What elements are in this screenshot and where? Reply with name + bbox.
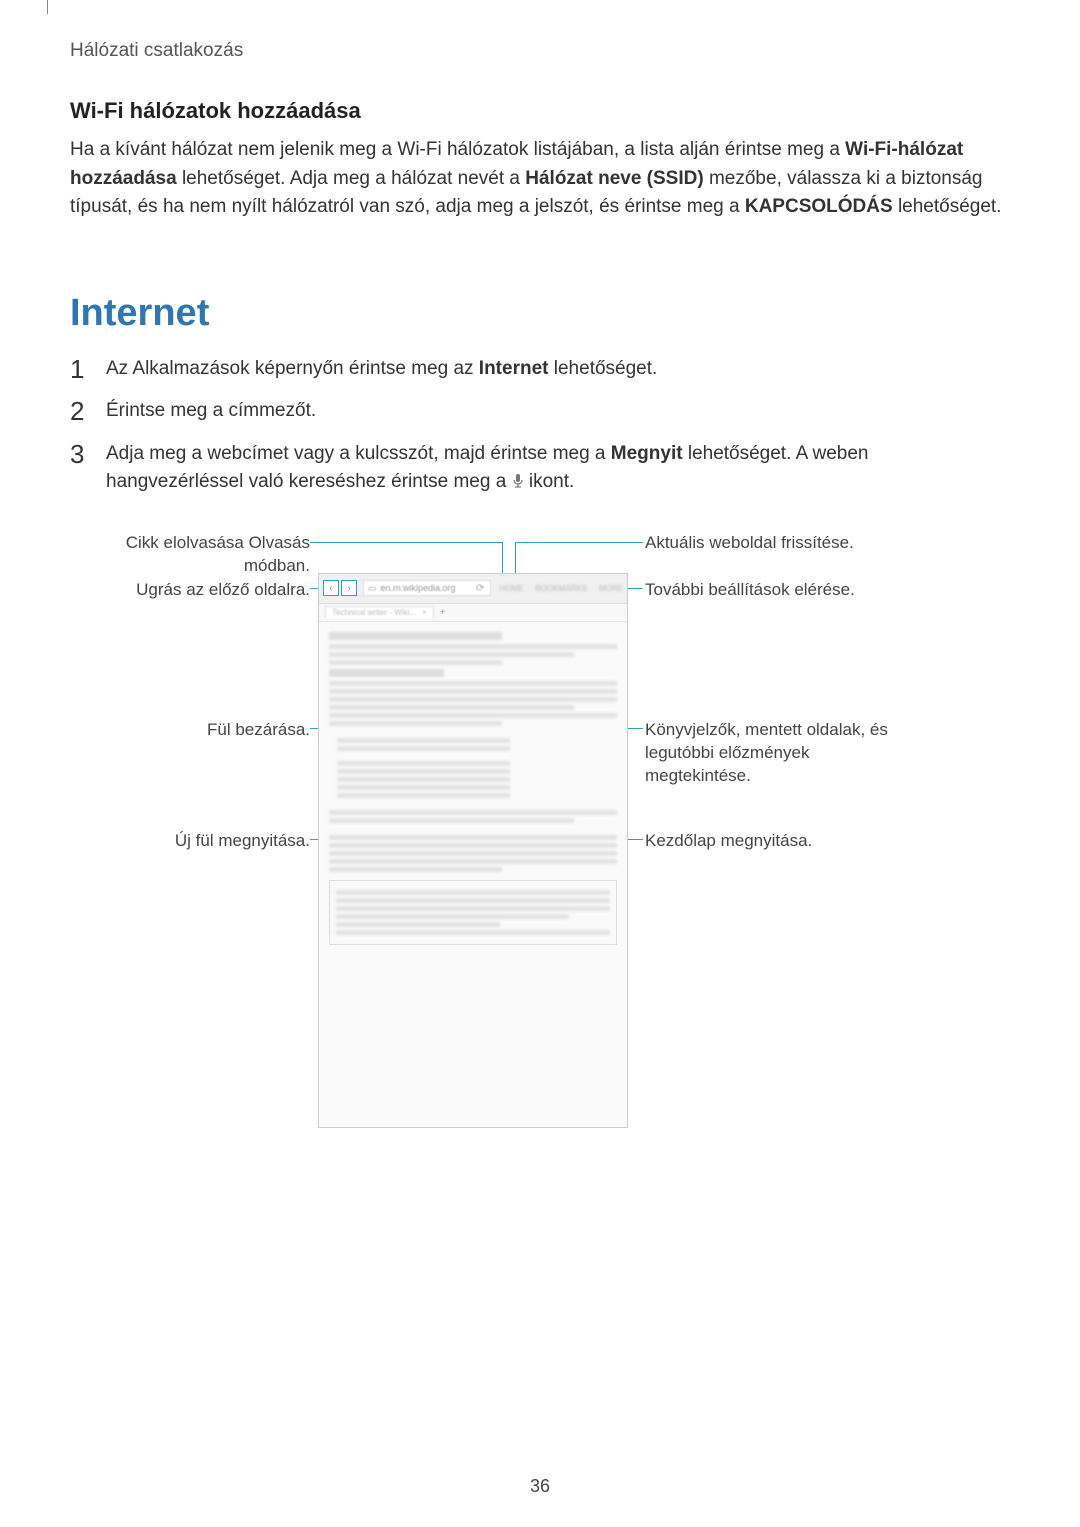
step-2-number: 2 bbox=[70, 397, 106, 426]
browser-top-menu: HOME BOOKMARKS MORE bbox=[499, 584, 623, 593]
forward-button[interactable]: › bbox=[341, 580, 357, 596]
annot-close-tab: Fül bezárása. bbox=[110, 719, 310, 742]
wifi-bold-ssid: Hálózat neve (SSID) bbox=[525, 168, 703, 189]
section-label: Hálózati csatlakozás bbox=[70, 40, 1010, 62]
blurred-line bbox=[336, 930, 610, 935]
blurred-line bbox=[329, 713, 617, 718]
page-edge-tick bbox=[47, 0, 48, 14]
step-3-body: Adja meg a webcímet vagy a kulcsszót, ma… bbox=[106, 440, 1010, 497]
annot-reader-mode: Cikk elolvasása Olvasás módban. bbox=[110, 532, 310, 578]
blurred-heading bbox=[329, 632, 502, 640]
step-1-body: Az Alkalmazások képernyőn érintse meg az… bbox=[106, 355, 657, 384]
refresh-icon[interactable]: ⟳ bbox=[476, 583, 484, 594]
back-button[interactable]: ‹ bbox=[323, 580, 339, 596]
blurred-callout-box bbox=[329, 880, 617, 945]
step-3-number: 3 bbox=[70, 440, 106, 469]
blurred-line bbox=[329, 689, 617, 694]
tab-close-icon[interactable]: × bbox=[422, 608, 427, 617]
blurred-bullet bbox=[337, 761, 510, 766]
blurred-line bbox=[329, 660, 502, 665]
wifi-bold-connect: KAPCSOLÓDÁS bbox=[745, 196, 893, 217]
annot-line-refresh bbox=[515, 542, 643, 543]
step-1-number: 1 bbox=[70, 355, 106, 384]
step-1-pre: Az Alkalmazások képernyőn érintse meg az bbox=[106, 358, 479, 379]
menu-more[interactable]: MORE bbox=[599, 584, 623, 593]
annot-new-tab: Új fül megnyitása. bbox=[110, 830, 310, 853]
blurred-line bbox=[336, 922, 500, 927]
url-text: en.m.wikipedia.org bbox=[381, 583, 456, 593]
blurred-bullet bbox=[337, 777, 510, 782]
tab-label: Technical writer - Wiki... bbox=[332, 608, 416, 617]
tab-bar: Technical writer - Wiki... × + bbox=[319, 604, 627, 622]
step-2: 2 Érintse meg a címmezőt. bbox=[70, 397, 1010, 426]
new-tab-button[interactable]: + bbox=[440, 607, 446, 618]
blurred-line bbox=[329, 810, 617, 815]
blurred-line bbox=[329, 721, 502, 726]
blurred-line bbox=[336, 906, 610, 911]
blurred-bullet bbox=[337, 785, 510, 790]
menu-home[interactable]: HOME bbox=[499, 584, 523, 593]
microphone-icon bbox=[512, 473, 524, 489]
blurred-line bbox=[336, 898, 610, 903]
step-1: 1 Az Alkalmazások képernyőn érintse meg … bbox=[70, 355, 1010, 384]
annot-prev-page: Ugrás az előző oldalra. bbox=[110, 579, 310, 602]
step-1-tail: lehetőséget. bbox=[554, 358, 658, 379]
step-2-body: Érintse meg a címmezőt. bbox=[106, 397, 316, 426]
page-container: Hálózati csatlakozás Wi-Fi hálózatok hoz… bbox=[0, 0, 1080, 1527]
page-number: 36 bbox=[0, 1476, 1080, 1497]
blurred-bullet bbox=[337, 793, 510, 798]
step-3-pre: Adja meg a webcímet vagy a kulcsszót, ma… bbox=[106, 443, 611, 464]
blurred-bullet bbox=[337, 738, 510, 743]
blurred-line bbox=[329, 697, 617, 702]
blurred-bullet bbox=[337, 769, 510, 774]
internet-heading: Internet bbox=[70, 292, 1010, 335]
blurred-line bbox=[329, 705, 574, 710]
blurred-line bbox=[329, 859, 617, 864]
browser-page-content bbox=[319, 622, 627, 951]
blurred-line bbox=[329, 867, 502, 872]
blurred-bullet bbox=[337, 746, 510, 751]
annot-bookmarks: Könyvjelzők, mentett oldalak, és legutób… bbox=[645, 719, 895, 788]
step-3-tail: ikont. bbox=[529, 471, 574, 492]
blurred-line bbox=[329, 843, 617, 848]
blurred-line bbox=[336, 890, 610, 895]
wifi-heading: Wi-Fi hálózatok hozzáadása bbox=[70, 98, 1010, 124]
blurred-line bbox=[329, 644, 617, 649]
wifi-text-tail: lehetőséget. bbox=[898, 196, 1002, 217]
blurred-line bbox=[329, 652, 574, 657]
address-bar[interactable]: ▭ en.m.wikipedia.org ⟳ bbox=[363, 580, 491, 596]
blurred-line bbox=[329, 818, 574, 823]
annot-more-settings: További beállítások elérése. bbox=[645, 579, 895, 602]
annot-refresh: Aktuális weboldal frissítése. bbox=[645, 532, 895, 555]
annot-line-reader bbox=[310, 542, 502, 543]
blurred-line bbox=[329, 851, 617, 856]
blurred-line bbox=[329, 681, 617, 686]
blurred-subheading bbox=[329, 669, 444, 677]
page-icon: ▭ bbox=[368, 583, 377, 594]
browser-screenshot: ‹ › ▭ en.m.wikipedia.org ⟳ HOME BOOKMARK… bbox=[318, 573, 628, 1128]
menu-bookmarks[interactable]: BOOKMARKS bbox=[535, 584, 587, 593]
annot-home: Kezdőlap megnyitása. bbox=[645, 830, 895, 853]
tab-item[interactable]: Technical writer - Wiki... × bbox=[325, 606, 434, 618]
blurred-line bbox=[336, 914, 569, 919]
step-3: 3 Adja meg a webcímet vagy a kulcsszót, … bbox=[70, 440, 1010, 497]
blurred-line bbox=[329, 835, 617, 840]
browser-figure: Cikk elolvasása Olvasás módban. Ugrás az… bbox=[70, 517, 1010, 1137]
wifi-text-mid1: lehetőséget. Adja meg a hálózat nevét a bbox=[182, 168, 525, 189]
step-1-bold: Internet bbox=[479, 358, 549, 379]
wifi-paragraph: Ha a kívánt hálózat nem jelenik meg a Wi… bbox=[70, 136, 1010, 222]
browser-toolbar: ‹ › ▭ en.m.wikipedia.org ⟳ HOME BOOKMARK… bbox=[319, 574, 627, 604]
wifi-text-pre: Ha a kívánt hálózat nem jelenik meg a Wi… bbox=[70, 139, 845, 160]
step-3-bold: Megnyit bbox=[611, 443, 683, 464]
